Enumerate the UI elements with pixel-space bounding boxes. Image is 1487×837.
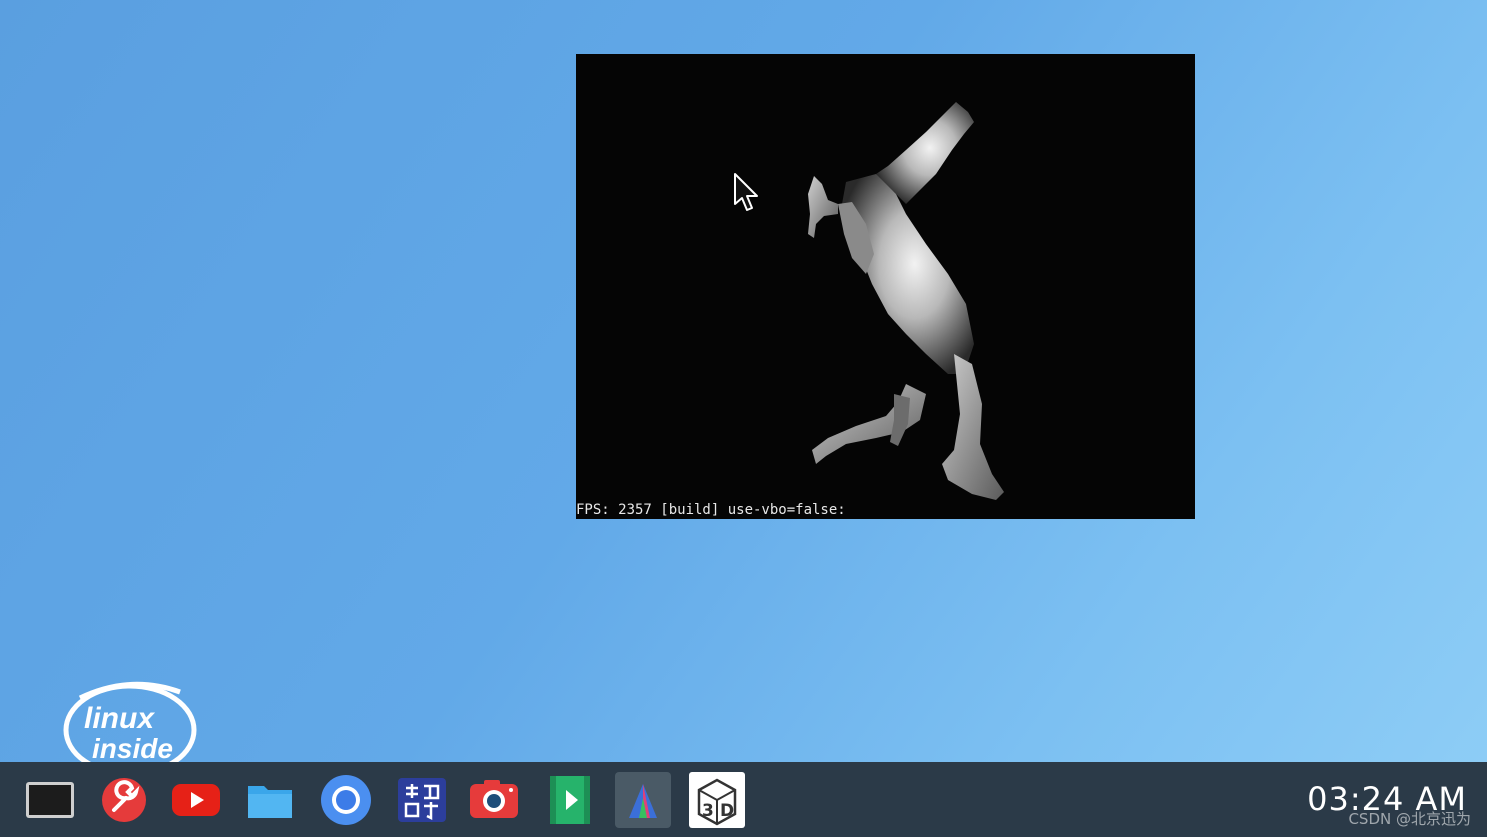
camera-icon <box>470 780 518 818</box>
horse-render <box>808 102 1004 500</box>
youtube-icon <box>172 784 220 816</box>
app-camera[interactable] <box>466 772 522 828</box>
video-player-icon <box>550 776 590 824</box>
app-xunwei[interactable] <box>394 772 450 828</box>
settings-wrench-icon <box>102 778 146 822</box>
watermark: CSDN @北京迅为 <box>1348 810 1471 828</box>
app-terminal[interactable] <box>22 772 78 828</box>
desktop: FPS: 2357 [build] use-vbo=false: linux i… <box>0 0 1487 777</box>
app-settings[interactable] <box>96 772 152 828</box>
xunwei-electronics-icon <box>398 778 446 822</box>
file-manager-icon <box>248 786 292 818</box>
svg-text:inside: inside <box>92 733 173 764</box>
app-video-player[interactable] <box>542 772 598 828</box>
app-glmark[interactable] <box>615 772 671 828</box>
app-files[interactable] <box>242 772 298 828</box>
fps-status-text: FPS: 2357 [build] use-vbo=false: <box>576 502 846 518</box>
mouse-pointer-icon <box>734 173 758 211</box>
glmark-triangle-icon <box>615 772 671 828</box>
glmark-window[interactable]: FPS: 2357 [build] use-vbo=false: <box>576 54 1195 519</box>
chromium-icon <box>321 775 371 825</box>
app-youtube[interactable] <box>168 772 224 828</box>
app-3d[interactable]: 3 D <box>689 772 745 828</box>
app-chromium[interactable] <box>318 772 374 828</box>
svg-text:D: D <box>720 801 734 821</box>
taskbar: 3 D 03:24 AM CSDN @北京迅为 <box>0 762 1487 837</box>
svg-text:linux: linux <box>84 702 155 735</box>
terminal-icon <box>26 782 74 818</box>
3d-icon: 3 D <box>689 772 745 828</box>
svg-text:3: 3 <box>702 801 714 821</box>
